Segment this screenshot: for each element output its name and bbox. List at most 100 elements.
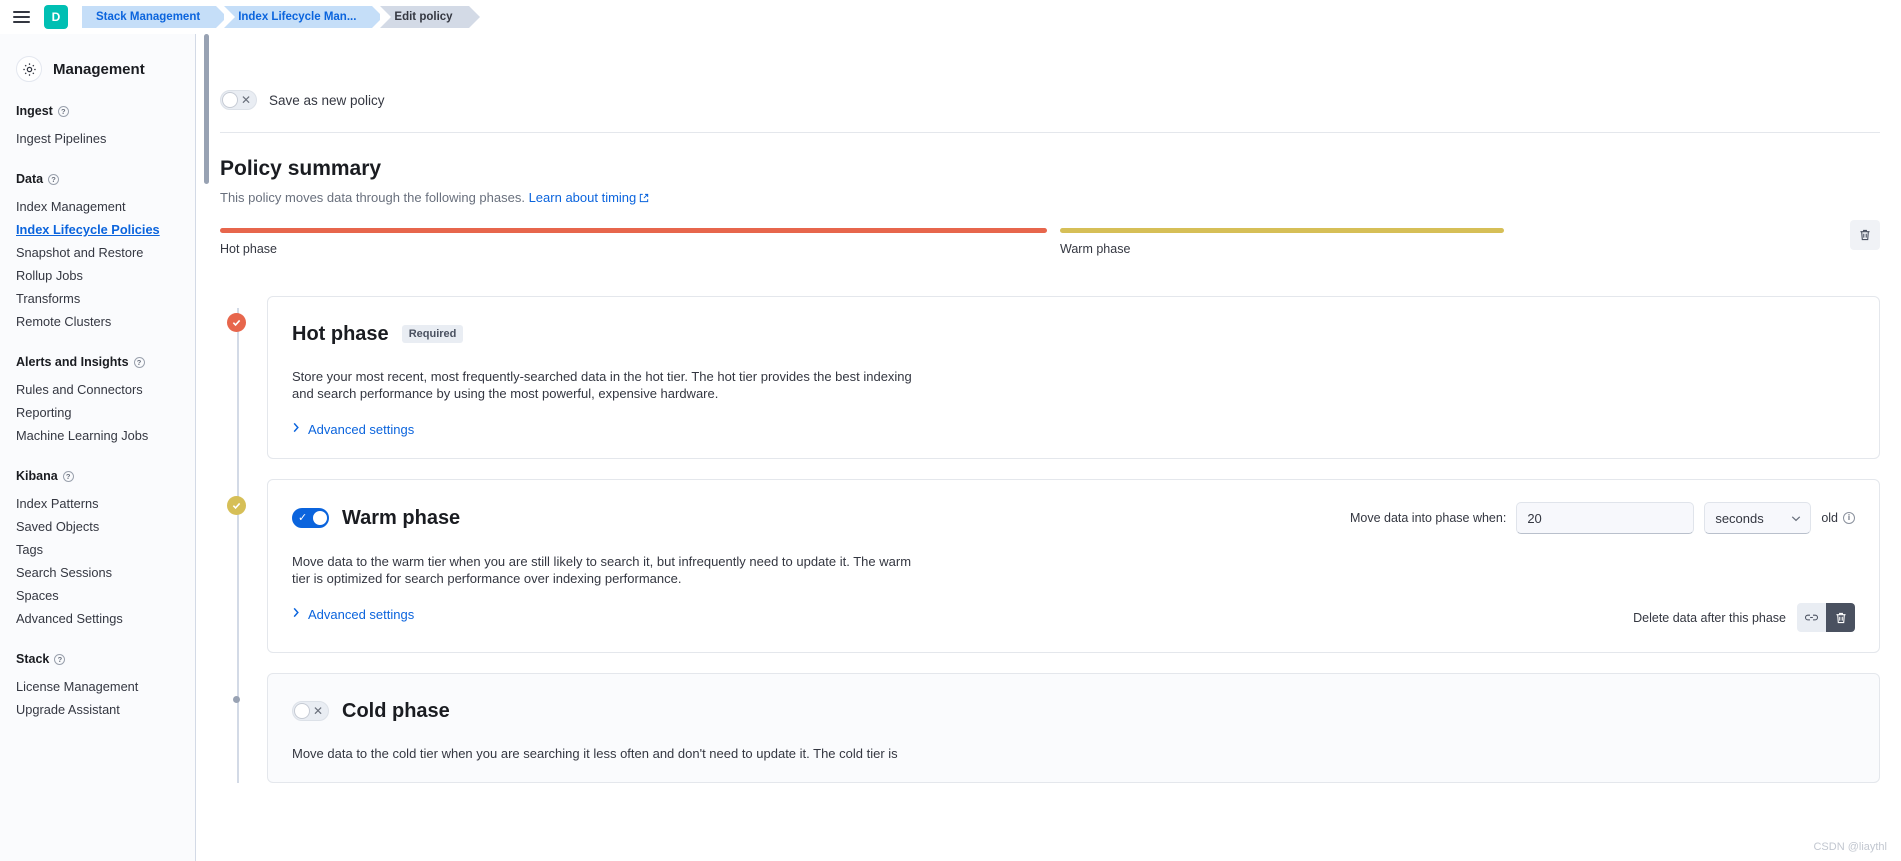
phase-description-cold: Move data to the cold tier when you are … — [292, 746, 898, 762]
sidebar-group-ingest: Ingest ? Ingest Pipelines — [0, 104, 195, 150]
edit-policy-form: ✕ Save as new policy Policy summary This… — [220, 34, 1880, 803]
sidebar-item-transforms[interactable]: Transforms — [0, 287, 195, 310]
phase-enable-toggle-warm[interactable]: ✓ — [292, 508, 329, 529]
sidebar-item-snapshot-and-restore[interactable]: Snapshot and Restore — [0, 241, 195, 264]
check-icon — [227, 313, 246, 332]
chevron-right-icon — [292, 607, 300, 621]
sidebar-item-ingest-pipelines[interactable]: Ingest Pipelines — [0, 127, 195, 150]
sidebar-group-alerts-and-insights: Alerts and Insights ? Rules and Connecto… — [0, 355, 195, 447]
question-circle-icon[interactable]: ? — [48, 173, 60, 185]
phase-description-warm: Move data to the warm tier when you are … — [292, 554, 912, 587]
learn-about-timing-label: Learn about timing — [528, 190, 637, 205]
section-divider — [220, 132, 1880, 133]
page-subtitle-text: This policy moves data through the follo… — [220, 190, 525, 205]
toggle-knob — [222, 92, 238, 108]
sidebar-item-search-sessions[interactable]: Search Sessions — [0, 561, 195, 584]
phase-warm: ✓ Warm phase Move data into phase when: … — [227, 479, 1880, 654]
page-subtitle: This policy moves data through the follo… — [220, 190, 1880, 206]
external-link-icon — [639, 191, 649, 206]
toggle-off-icon: ✕ — [312, 704, 323, 719]
check-icon — [227, 496, 246, 516]
chevron-down-icon — [1791, 514, 1801, 524]
phase-cold: ✕ Cold phase Move data to the cold tier … — [233, 673, 1880, 784]
sidebar-item-rollup-jobs[interactable]: Rollup Jobs — [0, 264, 195, 287]
save-as-new-policy-label: Save as new policy — [269, 92, 385, 108]
sidebar-group-label: Alerts and Insights — [16, 355, 129, 369]
phase-card-cold: ✕ Cold phase Move data to the cold tier … — [267, 673, 1880, 784]
info-circle-icon[interactable]: i — [1843, 512, 1855, 525]
question-circle-icon[interactable]: ? — [54, 653, 66, 665]
phase-header-cold: ✕ Cold phase — [292, 696, 1855, 726]
top-chrome-bar: D Stack Management Index Lifecycle Man..… — [0, 0, 1901, 34]
timeline-label-warm: Warm phase — [1060, 242, 1131, 256]
sidebar-group-label: Data — [16, 172, 44, 186]
breadcrumb-item-edit-policy: Edit policy — [380, 6, 480, 28]
sidebar-item-tags[interactable]: Tags — [0, 538, 195, 561]
question-circle-icon[interactable]: ? — [62, 470, 74, 482]
sidebar-group-title-alerts-and-insights: Alerts and Insights ? — [0, 355, 195, 369]
learn-about-timing-link[interactable]: Learn about timing — [529, 190, 650, 205]
sidebar-item-index-patterns[interactable]: Index Patterns — [0, 492, 195, 515]
delete-phase-icon[interactable] — [1826, 603, 1855, 633]
management-sidebar: Management Ingest ? Ingest Pipelines Dat… — [0, 34, 196, 861]
advanced-settings-label: Advanced settings — [308, 421, 415, 437]
sidebar-group-stack: Stack ? License Management Upgrade Assis… — [0, 652, 195, 721]
toggle-knob — [312, 510, 328, 527]
sidebar-group-label: Kibana — [16, 469, 58, 483]
sidebar-item-spaces[interactable]: Spaces — [0, 584, 195, 607]
chevron-right-icon — [292, 422, 300, 436]
advanced-settings-toggle-hot[interactable]: Advanced settings — [292, 422, 414, 437]
advanced-settings-label: Advanced settings — [308, 606, 415, 622]
breadcrumb-item-index-lifecycle-management[interactable]: Index Lifecycle Man... — [224, 6, 384, 28]
breadcrumb-item-stack-management[interactable]: Stack Management — [82, 6, 228, 28]
phase-list: Hot phase Required Store your most recen… — [220, 296, 1880, 784]
sidebar-item-upgrade-assistant[interactable]: Upgrade Assistant — [0, 698, 195, 721]
question-circle-icon[interactable]: ? — [133, 356, 145, 368]
timeline-labels: Hot phase Warm phase — [220, 242, 1880, 256]
timing-unit-select[interactable]: seconds — [1704, 502, 1812, 535]
question-circle-icon[interactable]: ? — [57, 105, 69, 117]
sidebar-group-title-kibana: Kibana ? — [0, 469, 195, 483]
space-avatar[interactable]: D — [44, 5, 68, 29]
sidebar-group-title-stack: Stack ? — [0, 652, 195, 666]
sidebar-item-saved-objects[interactable]: Saved Objects — [0, 515, 195, 538]
sidebar-group-kibana: Kibana ? Index Patterns Saved Objects Ta… — [0, 469, 195, 630]
phase-hot: Hot phase Required Store your most recen… — [227, 296, 1880, 460]
delete-data-after-phase-label: Delete data after this phase — [1633, 610, 1786, 625]
phase-enable-toggle-cold[interactable]: ✕ — [292, 701, 329, 722]
sidebar-item-remote-clusters[interactable]: Remote Clusters — [0, 310, 195, 333]
timeline-bar-warm — [1060, 228, 1504, 233]
toggle-knob — [294, 703, 310, 720]
phase-header-hot: Hot phase Required — [292, 319, 1855, 349]
phase-title-hot: Hot phase — [292, 322, 389, 345]
phase-title-warm: Warm phase — [342, 506, 461, 529]
sidebar-item-advanced-settings[interactable]: Advanced Settings — [0, 607, 195, 630]
page-title: Policy summary — [220, 157, 382, 180]
sidebar-item-rules-and-connectors[interactable]: Rules and Connectors — [0, 378, 195, 401]
timing-label: Move data into phase when: — [1349, 511, 1507, 526]
sidebar-item-reporting[interactable]: Reporting — [0, 401, 195, 424]
timeline-label-hot: Hot phase — [220, 242, 277, 256]
sidebar-item-index-management[interactable]: Index Management — [0, 195, 195, 218]
save-as-new-policy-row: ✕ Save as new policy — [220, 90, 1880, 110]
sidebar-item-license-management[interactable]: License Management — [0, 675, 195, 698]
timing-unit-value: seconds — [1715, 510, 1764, 526]
watermark: CSDN @liaythl — [1813, 841, 1887, 853]
phase-description-hot: Store your most recent, most frequently-… — [292, 369, 912, 402]
phase-card-warm: ✓ Warm phase Move data into phase when: … — [267, 479, 1880, 654]
phase-header-warm: ✓ Warm phase Move data into phase when: … — [292, 502, 1855, 535]
timing-value-input[interactable] — [1516, 502, 1695, 535]
link-icon[interactable] — [1797, 603, 1826, 633]
sidebar-item-index-lifecycle-policies[interactable]: Index Lifecycle Policies — [0, 218, 195, 241]
save-as-new-policy-toggle[interactable]: ✕ — [220, 90, 257, 110]
hamburger-menu-icon[interactable] — [8, 0, 34, 34]
main-scrollbar[interactable] — [204, 34, 209, 861]
advanced-settings-toggle-warm[interactable]: Advanced settings — [292, 607, 414, 622]
timeline-delete-icon[interactable] — [1850, 220, 1880, 250]
phase-card-hot: Hot phase Required Store your most recen… — [267, 296, 1880, 460]
phase-timing-controls-warm: Move data into phase when: seconds old — [1349, 502, 1855, 535]
toggle-on-icon: ✓ — [298, 512, 308, 525]
sidebar-item-machine-learning-jobs[interactable]: Machine Learning Jobs — [0, 424, 195, 447]
sidebar-group-title-data: Data ? — [0, 172, 195, 186]
main-content-area: ✕ Save as new policy Policy summary This… — [196, 34, 1901, 861]
